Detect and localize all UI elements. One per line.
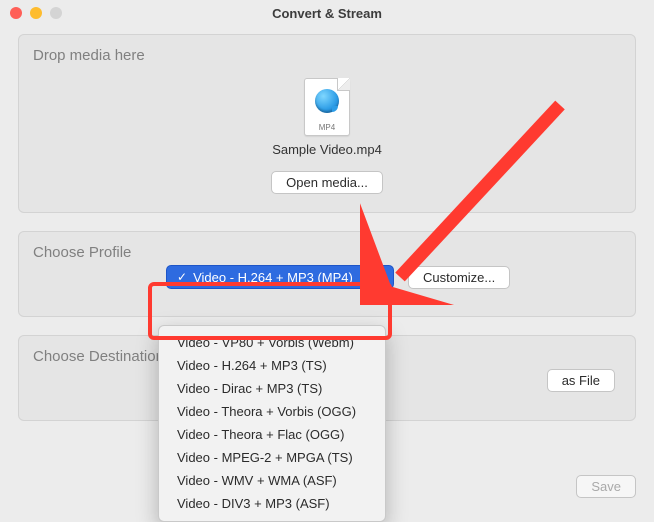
drop-media-panel: Drop media here MP4 Sample Video.mp4 Ope… [18, 34, 636, 213]
checkmark-icon: ✓ [177, 270, 187, 284]
profile-option[interactable]: Video - H.264 + MP3 (TS) [159, 354, 385, 377]
window-title: Convert & Stream [272, 6, 382, 21]
drop-area[interactable]: MP4 Sample Video.mp4 Open media... [33, 78, 621, 194]
profile-option[interactable]: Video - VP80 + Vorbis (Webm) [159, 331, 385, 354]
choose-profile-title: Choose Profile [33, 244, 621, 261]
minimize-window-icon[interactable] [30, 7, 42, 19]
profile-option[interactable]: Video - Theora + Flac (OGG) [159, 423, 385, 446]
document-icon: MP4 [304, 78, 350, 136]
profile-options-menu[interactable]: Video - VP80 + Vorbis (Webm) Video - H.2… [158, 325, 386, 522]
window-controls [0, 7, 62, 19]
profile-option[interactable]: Video - WMV + WMA (ASF) [159, 469, 385, 492]
profile-option[interactable]: Video - Theora + Vorbis (OGG) [159, 400, 385, 423]
open-media-button[interactable]: Open media... [271, 171, 383, 194]
profile-popup-button[interactable]: ✓ Video - H.264 + MP3 (MP4) ▲▼ [166, 265, 394, 289]
filename-label: Sample Video.mp4 [33, 142, 621, 157]
save-button[interactable]: Save [576, 475, 636, 498]
save-as-file-button[interactable]: as File [547, 369, 615, 392]
profile-option[interactable]: Video - DIV3 + MP3 (ASF) [159, 492, 385, 515]
title-bar: Convert & Stream [0, 0, 654, 26]
profile-option[interactable]: Video - MPEG-2 + MPGA (TS) [159, 446, 385, 469]
profile-option[interactable]: Video - Dirac + MP3 (TS) [159, 377, 385, 400]
popup-carets-icon: ▲▼ [379, 271, 387, 283]
close-window-icon[interactable] [10, 7, 22, 19]
profile-selected-label: Video - H.264 + MP3 (MP4) [193, 270, 353, 285]
choose-profile-panel: Choose Profile ✓ Video - H.264 + MP3 (MP… [18, 231, 636, 317]
zoom-window-icon[interactable] [50, 7, 62, 19]
drop-media-title: Drop media here [33, 47, 621, 64]
document-ext-label: MP4 [305, 123, 349, 132]
quicktime-glyph-icon [315, 89, 339, 113]
customize-button[interactable]: Customize... [408, 266, 510, 289]
